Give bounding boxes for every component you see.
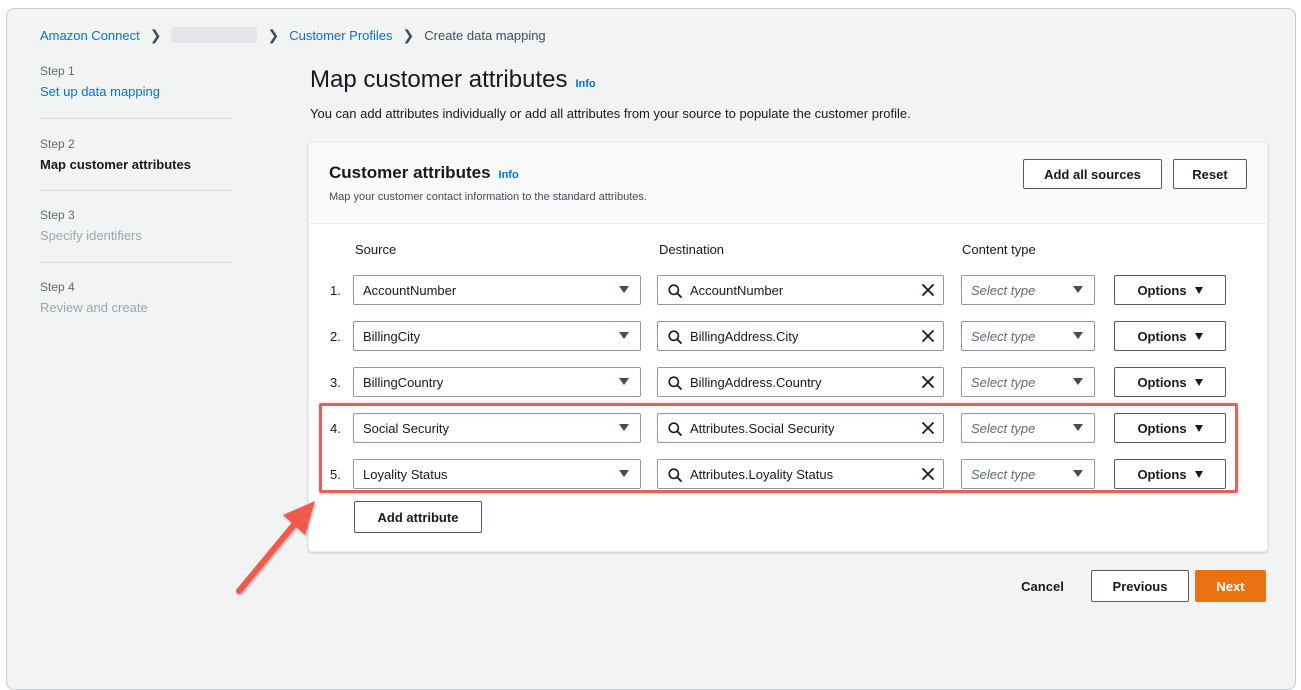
breadcrumb-customer-profiles[interactable]: Customer Profiles — [289, 28, 392, 43]
content-type-placeholder: Select type — [971, 328, 1036, 344]
step-number: Step 1 — [40, 64, 75, 78]
caret-down-icon — [1073, 332, 1083, 339]
page-title: Map customer attributes Info — [310, 66, 596, 94]
step-1: Step 1 Set up data mapping — [40, 64, 232, 99]
step-number: Step 3 — [40, 208, 75, 222]
source-select[interactable]: BillingCountry — [353, 367, 641, 397]
options-dropdown-button[interactable]: Options — [1114, 321, 1226, 351]
source-value: BillingCountry — [363, 374, 444, 390]
breadcrumb-amazon-connect[interactable]: Amazon Connect — [40, 28, 140, 43]
previous-button[interactable]: Previous — [1091, 570, 1189, 602]
row-number: 1. — [330, 283, 341, 298]
destination-search-input[interactable]: BillingAddress.City — [657, 321, 944, 351]
breadcrumb-current: Create data mapping — [424, 27, 546, 43]
breadcrumb: Amazon Connect ❯ ❯ Customer Profiles ❯ C… — [40, 25, 546, 45]
destination-value: AccountNumber — [690, 282, 784, 298]
page-info-link[interactable]: Info — [575, 78, 595, 90]
clear-icon[interactable] — [921, 375, 935, 389]
page-title-text: Map customer attributes — [310, 66, 568, 93]
options-label: Options — [1137, 282, 1187, 298]
step-number: Step 4 — [40, 280, 75, 294]
cancel-button[interactable]: Cancel — [1005, 571, 1080, 601]
card-title: Customer attributes Info — [329, 163, 519, 183]
content-type-placeholder: Select type — [971, 282, 1036, 298]
source-select[interactable]: BillingCity — [353, 321, 641, 351]
reset-button[interactable]: Reset — [1173, 159, 1247, 189]
column-header-destination: Destination — [659, 242, 725, 257]
clear-icon[interactable] — [921, 329, 935, 343]
add-attribute-button[interactable]: Add attribute — [354, 501, 482, 533]
destination-value: BillingAddress.Country — [690, 374, 822, 390]
content-type-select[interactable]: Select type — [961, 275, 1095, 305]
options-dropdown-button[interactable]: Options — [1114, 275, 1226, 305]
chevron-right-icon: ❯ — [149, 26, 162, 43]
destination-search-input[interactable]: BillingAddress.Country — [657, 367, 944, 397]
caret-down-icon — [1194, 286, 1203, 294]
search-icon — [668, 330, 682, 344]
caret-down-icon — [1073, 286, 1083, 293]
source-value: BillingCity — [363, 328, 421, 344]
options-dropdown-button[interactable]: Options — [1114, 367, 1226, 397]
content-type-select[interactable]: Select type — [961, 367, 1095, 397]
caret-down-icon — [619, 332, 629, 339]
caret-down-icon — [1194, 332, 1203, 340]
caret-down-icon — [619, 286, 629, 293]
row-number: 3. — [330, 375, 341, 390]
destination-value: BillingAddress.City — [690, 328, 799, 344]
step-divider — [40, 190, 232, 191]
step-4: Step 4 Review and create — [40, 280, 232, 315]
chevron-right-icon: ❯ — [267, 26, 280, 43]
next-button[interactable]: Next — [1195, 570, 1266, 602]
card-info-link[interactable]: Info — [499, 169, 519, 181]
column-header-content-type: Content type — [962, 242, 1036, 257]
caret-down-icon — [1194, 378, 1203, 386]
page-description: You can add attributes individually or a… — [310, 106, 911, 121]
search-icon — [668, 284, 682, 298]
add-all-sources-button[interactable]: Add all sources — [1023, 159, 1162, 189]
options-label: Options — [1137, 374, 1187, 390]
step-current-map-customer-attributes: Map customer attributes — [40, 157, 191, 172]
options-label: Options — [1137, 328, 1187, 344]
clear-icon[interactable] — [921, 283, 935, 297]
step-review-and-create: Review and create — [40, 300, 148, 315]
step-divider — [40, 118, 232, 119]
step-3: Step 3 Specify identifiers — [40, 208, 232, 243]
card-title-text: Customer attributes — [329, 163, 491, 182]
card-description: Map your customer contact information to… — [329, 191, 647, 203]
content-type-select[interactable]: Select type — [961, 321, 1095, 351]
source-select[interactable]: AccountNumber — [353, 275, 641, 305]
highlight-box — [319, 403, 1238, 493]
column-header-source: Source — [355, 242, 397, 257]
destination-search-input[interactable]: AccountNumber — [657, 275, 944, 305]
step-specify-identifiers: Specify identifiers — [40, 228, 142, 243]
caret-down-icon — [1073, 378, 1083, 385]
chevron-right-icon: ❯ — [402, 26, 415, 43]
step-2: Step 2 Map customer attributes — [40, 137, 232, 172]
step-divider — [40, 262, 232, 263]
step-link-set-up-data-mapping[interactable]: Set up data mapping — [40, 84, 232, 99]
caret-down-icon — [619, 378, 629, 385]
breadcrumb-redacted-instance[interactable] — [171, 27, 258, 43]
content-type-placeholder: Select type — [971, 374, 1036, 390]
search-icon — [668, 376, 682, 390]
source-value: AccountNumber — [363, 282, 457, 298]
step-number: Step 2 — [40, 137, 75, 151]
annotation-arrow-icon — [236, 501, 315, 594]
row-number: 2. — [330, 329, 341, 344]
